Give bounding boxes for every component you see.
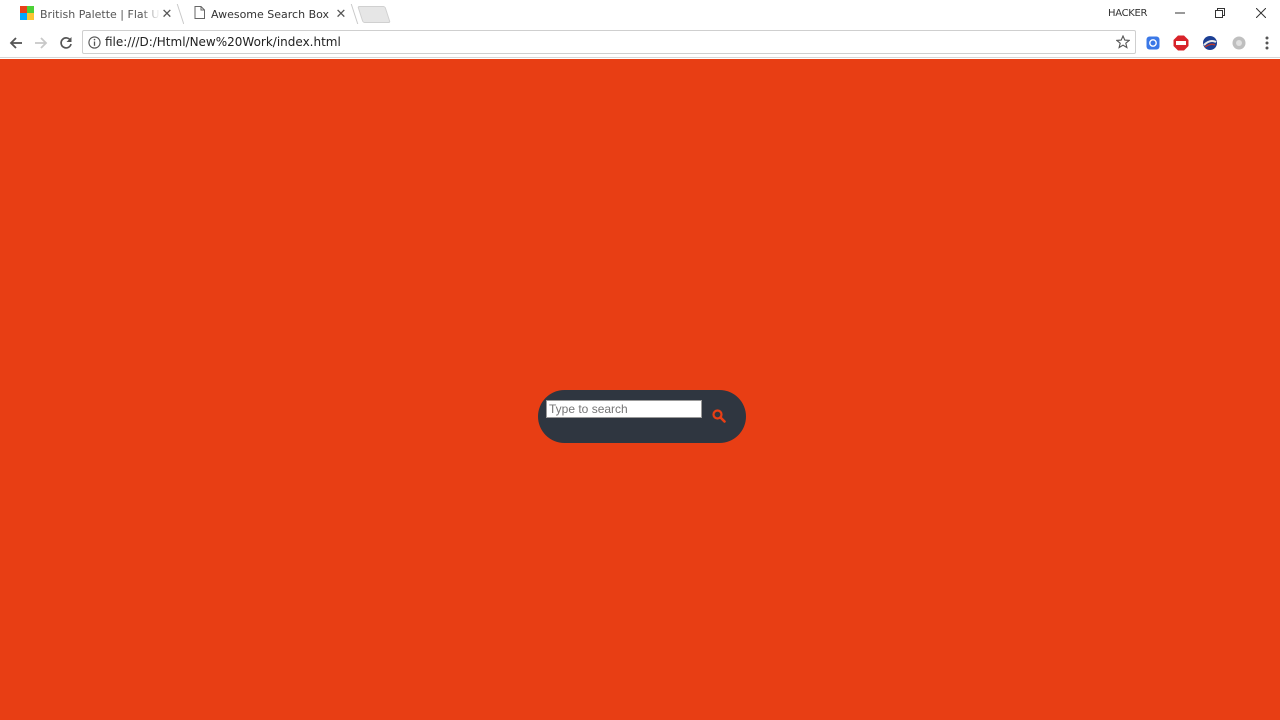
tab-awesome-search-box[interactable]: Awesome Search Box ✕ [184,0,354,28]
reload-icon[interactable] [54,31,78,55]
tab-label: Awesome Search Box [211,7,330,21]
profile-name[interactable]: HACKER [1108,0,1148,26]
browser-window: British Palette | Flat UI ✕ Awesome Sear… [0,0,1280,720]
bookmark-star-icon[interactable] [1111,35,1135,49]
new-tab-button[interactable] [357,6,391,23]
info-icon[interactable] [83,35,105,49]
search-input[interactable] [546,400,702,418]
tab-strip: British Palette | Flat UI ✕ Awesome Sear… [0,0,1280,28]
back-arrow-icon[interactable] [4,31,28,55]
restore-icon[interactable] [1200,0,1240,26]
tab-label: British Palette | Flat UI [40,7,160,21]
close-tab-icon[interactable]: ✕ [160,7,174,22]
minimize-icon[interactable] [1160,0,1200,26]
extension-blue-icon[interactable] [1144,34,1162,52]
forward-arrow-icon[interactable] [29,31,53,55]
browser-toolbar: file:///D:/Html/New%20Work/index.html [0,28,1280,58]
tab-british-palette[interactable]: British Palette | Flat UI ✕ [12,0,180,28]
page-favicon-icon [194,6,205,22]
adblock-icon[interactable] [1172,34,1190,52]
close-tab-icon[interactable]: ✕ [334,7,348,22]
flat-ui-colors-favicon [20,5,34,23]
menu-dots-icon[interactable] [1258,34,1276,52]
address-bar[interactable]: file:///D:/Html/New%20Work/index.html [82,30,1136,54]
url-text[interactable]: file:///D:/Html/New%20Work/index.html [105,35,1111,49]
extension-globe-icon[interactable] [1201,34,1219,52]
window-close-icon[interactable] [1241,0,1280,26]
search-icon [712,408,726,427]
search-button[interactable] [708,406,730,428]
page-content [0,59,1280,720]
extension-gray-icon[interactable] [1230,34,1248,52]
search-box [538,390,746,443]
